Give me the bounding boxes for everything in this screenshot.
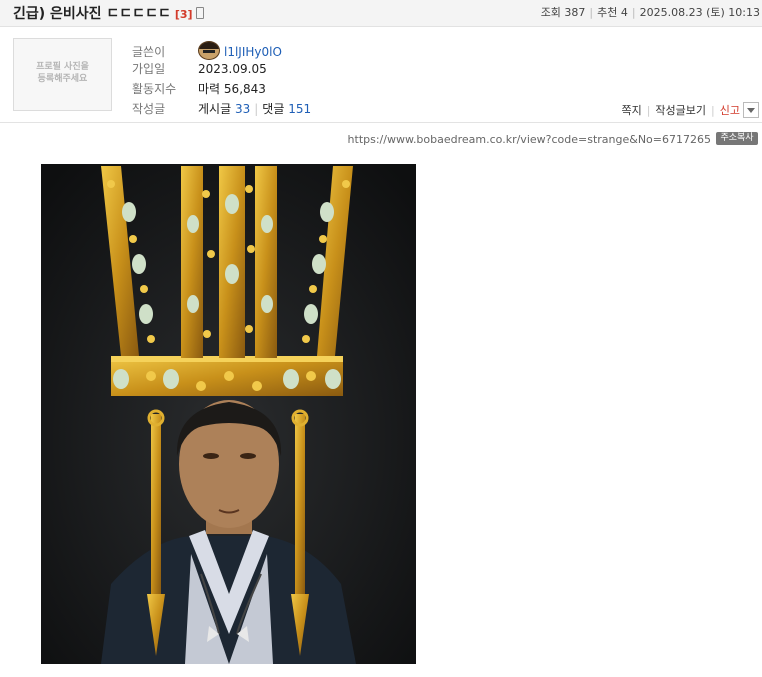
written-label: 작성글 <box>132 102 166 116</box>
meta-divider: | <box>631 6 636 19</box>
post-photo <box>41 164 416 664</box>
view-posts-link[interactable]: 작성글보기 <box>655 104 706 117</box>
comment-count-badge[interactable]: [3] <box>175 8 193 21</box>
report-link[interactable]: 신고 <box>720 104 740 117</box>
post-title-text: 긴급) 은비사진 ㄷㄷㄷㄷㄷ <box>13 6 171 22</box>
section-divider <box>0 122 762 123</box>
join-date-label: 가입일 <box>132 62 166 76</box>
post-title: 긴급) 은비사진 ㄷㄷㄷㄷㄷ [3] <box>13 3 204 23</box>
avatar[interactable] <box>198 41 220 60</box>
join-date-row: 가입일 2023.09.05 <box>132 61 311 81</box>
post-meta: 조회 387 | 추천 4 | 2025.08.23 (토) 10:13 <box>541 4 760 20</box>
power-label: 마력 <box>198 82 221 96</box>
post-url: https://www.bobaedream.co.kr/view?code=s… <box>347 133 711 146</box>
author-row: 글쓴이 l1lJIHy0lO <box>132 41 311 61</box>
join-date-value: 2023.09.05 <box>198 62 267 76</box>
meta-divider: | <box>589 6 594 19</box>
recommend-count: 추천 4 <box>597 6 628 19</box>
copy-url-button[interactable]: 주소복사 <box>716 132 758 145</box>
author-nickname[interactable]: l1lJIHy0lO <box>224 45 282 59</box>
comments-label: 댓글 <box>262 102 285 116</box>
profile-photo-placeholder: 프로필 사진을 등록해주세요 <box>13 38 112 111</box>
comments-count[interactable]: 151 <box>288 102 311 116</box>
action-divider: | <box>646 104 651 117</box>
dropdown-arrow-icon[interactable] <box>743 102 759 118</box>
posts-count[interactable]: 33 <box>235 102 250 116</box>
activity-row: 활동지수 마력 56,843 <box>132 81 311 101</box>
action-divider: | <box>711 104 715 117</box>
written-row: 작성글 게시글 33 | 댓글 151 <box>132 101 311 121</box>
mobile-phone-icon <box>195 7 204 19</box>
post-actions: 쪽지 | 작성글보기 | 신고 <box>621 102 759 118</box>
author-info: 글쓴이 l1lJIHy0lO 가입일 2023.09.05 활동지수 마력 56,84… <box>132 41 311 121</box>
profile-placeholder-line1: 프로필 사진을 <box>36 62 89 72</box>
profile-placeholder-line2: 등록해주세요 <box>37 74 88 84</box>
post-header-bar: 긴급) 은비사진 ㄷㄷㄷㄷㄷ [3] 조회 387 | 추천 4 | 2025.08.23… <box>0 0 762 27</box>
author-label: 글쓴이 <box>132 45 166 59</box>
posts-label: 게시글 <box>198 102 232 116</box>
written-divider: | <box>254 102 259 116</box>
message-link[interactable]: 쪽지 <box>621 104 641 117</box>
power-value: 56,843 <box>223 82 266 96</box>
activity-label: 활동지수 <box>132 82 177 96</box>
post-datetime: 2025.08.23 (토) 10:13 <box>639 6 760 19</box>
view-count: 조회 387 <box>540 6 586 19</box>
